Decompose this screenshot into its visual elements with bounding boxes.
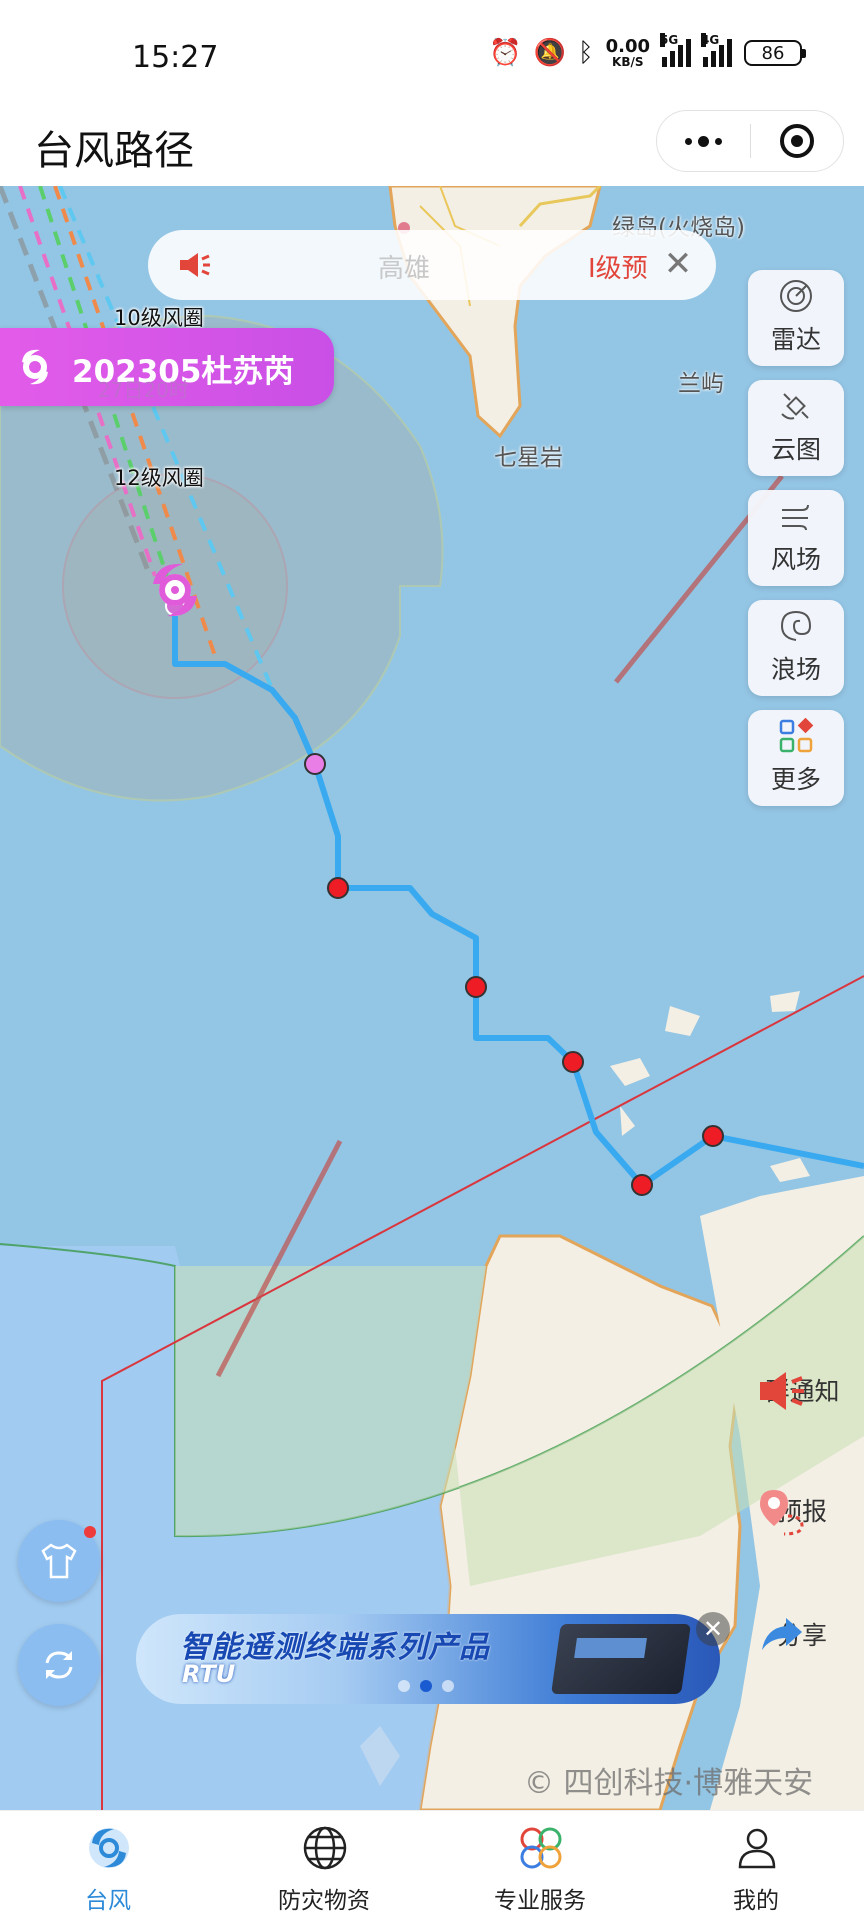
warning-notice-bar[interactable]: 高雄 Ⅰ级预 ✕ [148, 230, 716, 300]
banner-dot-active [420, 1680, 432, 1692]
signal-4g-icon: 4G [701, 33, 732, 67]
network-speed: 0.00 KB/S [605, 36, 650, 69]
more-label: 更多 [770, 765, 821, 794]
tab-mine-label: 我的 [733, 1888, 779, 1914]
speaker-icon [180, 253, 210, 277]
share-icon [762, 1618, 802, 1650]
status-bar: 15:27 ⏰ 🔕 ᛒ 0.00 KB/S 5G 4G 86 [0, 0, 864, 110]
wave-field-label: 浪场 [770, 655, 821, 684]
net-label-4g: 4G [701, 33, 720, 47]
wind-field-label: 风场 [770, 545, 821, 574]
wave-icon [780, 610, 812, 641]
megaphone-icon [760, 1372, 804, 1410]
shirt-icon [41, 1543, 77, 1579]
more-apps-icon [779, 718, 814, 753]
radar-label: 雷达 [770, 325, 821, 354]
copyright-watermark: © 四创科技·博雅天安 [524, 1766, 814, 1801]
satellite-icon [781, 393, 809, 420]
tab-mine[interactable]: 我的 [648, 1811, 864, 1920]
globe-icon [303, 1826, 347, 1870]
close-notice-button[interactable]: ✕ [658, 244, 698, 284]
tab-typhoon[interactable]: 台风 [0, 1811, 216, 1920]
tab-supplies-label: 防灾物资 [278, 1888, 370, 1914]
forecast-route-icon [760, 1490, 804, 1536]
map-label-lanyu: 兰屿 [678, 371, 724, 397]
more-menu-button[interactable] [657, 111, 750, 171]
notice-placeholder: 高雄 [378, 254, 431, 284]
forecast-button[interactable]: 预报 [754, 1486, 850, 1536]
net-label-5g: 5G [660, 33, 679, 47]
mute-icon: 🔕 [533, 38, 566, 68]
more-button[interactable]: 更多 [748, 710, 844, 806]
alarm-icon: ⏰ [489, 38, 522, 68]
signal-5g-icon: 5G [660, 33, 691, 67]
petals-icon [520, 1827, 562, 1869]
status-time: 15:27 [132, 40, 219, 75]
battery-icon: 86 [744, 40, 806, 66]
close-banner-button[interactable]: ✕ [696, 1612, 730, 1646]
wind-field-button[interactable]: 风场 [748, 490, 844, 586]
tab-services[interactable]: 专业服务 [432, 1811, 648, 1920]
title-bar: 台风路径 [0, 110, 864, 186]
group-notice-button[interactable]: 群通知 [754, 1366, 850, 1410]
banner-pagination [398, 1680, 454, 1692]
notice-text: Ⅰ级预 [588, 254, 648, 284]
wind-circle-12-label: 12级风圈 [114, 466, 204, 490]
page-title: 台风路径 [34, 128, 194, 174]
radar-icon [780, 280, 812, 312]
rtu-device-image [551, 1624, 691, 1694]
miniprogram-capsule [656, 110, 844, 172]
satellite-button[interactable]: 云图 [748, 380, 844, 476]
share-button[interactable]: 分享 [754, 1610, 850, 1652]
tab-services-label: 专业服务 [494, 1888, 586, 1914]
banner-subtitle: RTU [182, 1660, 236, 1688]
bottom-nav: 台风 防灾物资 专业服务 我的 [0, 1810, 864, 1920]
satellite-label: 云图 [770, 435, 821, 464]
more-dots-icon [684, 135, 722, 147]
radar-button[interactable]: 雷达 [748, 270, 844, 366]
refresh-icon [45, 1651, 73, 1679]
wind-icon [782, 504, 809, 531]
speed-value: 0.00 [605, 36, 650, 57]
typhoon-time-label: 27日20时 [98, 378, 189, 402]
wave-field-button[interactable]: 浪场 [748, 600, 844, 696]
typhoon-icon [22, 349, 48, 385]
person-icon [738, 1828, 776, 1869]
status-icons: ⏰ 🔕 ᛒ 0.00 KB/S 5G 4G 86 [489, 33, 806, 69]
map-label-qixingyan: 七星岩 [494, 445, 563, 471]
bluetooth-icon: ᛒ [577, 38, 594, 68]
ad-banner[interactable]: 智能遥测终端系列产品 RTU [136, 1614, 720, 1704]
notification-dot [84, 1526, 96, 1538]
speed-unit: KB/S [612, 55, 644, 69]
target-icon [779, 124, 814, 158]
banner-dot [442, 1680, 454, 1692]
refresh-button[interactable] [18, 1624, 100, 1706]
tab-typhoon-label: 台风 [85, 1888, 131, 1914]
map-canvas [0, 186, 864, 1810]
banner-dot [398, 1680, 410, 1692]
typhoon-map[interactable]: 绿岛(火烧岛) 兰屿 七星岩 10级风圈 12级风圈 高雄 Ⅰ级预 ✕ 2023… [0, 186, 864, 1810]
typhoon-icon [89, 1828, 129, 1868]
close-miniprogram-button[interactable] [751, 111, 844, 171]
tab-supplies[interactable]: 防灾物资 [216, 1811, 432, 1920]
